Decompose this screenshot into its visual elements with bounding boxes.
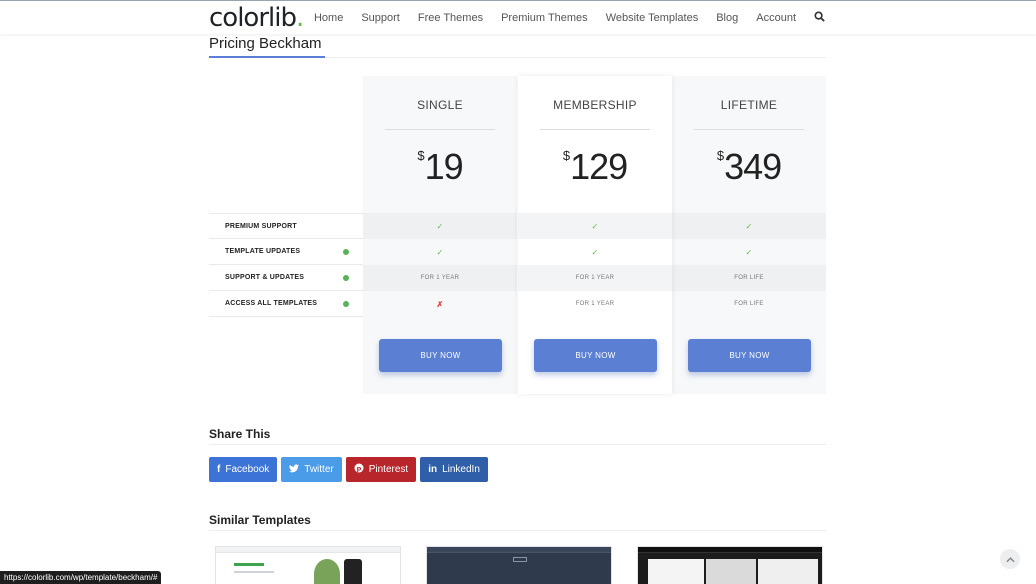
- plan-price: $349: [672, 146, 826, 188]
- check-icon: ✓: [745, 221, 753, 231]
- plan-cell: FOR 1 YEAR: [575, 301, 615, 307]
- plan-cell: ✓: [363, 213, 517, 239]
- feature-row: TEMPLATE UPDATES: [209, 239, 363, 265]
- plan-cell: FOR 1 YEAR: [518, 265, 672, 291]
- plan-cell: ✓: [518, 239, 672, 265]
- buy-now-button[interactable]: BUY NOW: [534, 339, 657, 372]
- share-linkedin-button[interactable]: in LinkedIn: [420, 457, 488, 482]
- plan-membership: MEMBERSHIP $129 ✓ ✓ FOR 1 YEAR FOR 1 YEA…: [518, 76, 672, 394]
- scroll-to-top-button[interactable]: [1000, 549, 1020, 569]
- share-facebook-button[interactable]: f Facebook: [209, 457, 278, 482]
- share-label: Pinterest: [368, 464, 409, 475]
- feature-row: ACCESS ALL TEMPLATES: [209, 291, 363, 317]
- page-title: Pricing Beckham: [209, 35, 322, 52]
- feature-label: ACCESS ALL TEMPLATES: [225, 300, 318, 307]
- price-currency: $: [716, 148, 725, 163]
- price-currency: $: [562, 148, 571, 163]
- plan-divider: [694, 129, 804, 130]
- plan-cell: ✗: [363, 291, 517, 317]
- similar-divider: [209, 530, 826, 531]
- plan-single: SINGLE $19 ✓ ✓ FOR 1 YEAR ✗ BUY NOW: [363, 76, 517, 394]
- logo-dot: .: [295, 3, 304, 33]
- main-nav: Home Support Free Themes Premium Themes …: [314, 1, 828, 35]
- top-navigation-bar: colorlib. Home Support Free Themes Premi…: [0, 0, 1036, 34]
- share-label: Twitter: [304, 464, 334, 475]
- plan-cell: ✓: [672, 239, 826, 265]
- check-icon: ✓: [745, 247, 753, 257]
- status-bar-url: https://colorlib.com/wp/template/beckham…: [0, 571, 162, 584]
- plan-cell: FOR LIFE: [734, 301, 764, 307]
- buy-now-button[interactable]: BUY NOW: [688, 339, 811, 372]
- chevron-up-icon: [1005, 550, 1015, 568]
- colorlib-logo[interactable]: colorlib.: [209, 3, 304, 33]
- price-amount: 349: [724, 146, 782, 187]
- similar-templates-list: [215, 546, 823, 584]
- share-divider: [209, 444, 826, 445]
- share-label: Facebook: [225, 464, 270, 475]
- help-icon[interactable]: [343, 300, 349, 307]
- price-currency: $: [417, 148, 425, 163]
- template-thumbnail[interactable]: [215, 546, 401, 584]
- search-icon[interactable]: [814, 11, 828, 25]
- nav-website-templates[interactable]: Website Templates: [606, 12, 699, 24]
- plan-cell: ✓: [672, 213, 826, 239]
- check-icon: ✓: [436, 221, 444, 231]
- nav-premium-themes[interactable]: Premium Themes: [501, 12, 588, 24]
- plan-lifetime: LIFETIME $349 ✓ ✓ FOR LIFE FOR LIFE BUY …: [672, 76, 826, 394]
- plan-price: $129: [518, 146, 672, 188]
- nav-home[interactable]: Home: [314, 12, 343, 24]
- feature-label: TEMPLATE UPDATES: [225, 248, 301, 255]
- plan-cell: ✓: [518, 213, 672, 239]
- feature-row: PREMIUM SUPPORT: [209, 213, 363, 239]
- template-thumbnail[interactable]: [426, 546, 612, 584]
- similar-templates-title: Similar Templates: [209, 513, 311, 527]
- share-pinterest-button[interactable]: p Pinterest: [345, 457, 417, 482]
- plan-divider: [540, 129, 650, 130]
- title-underline: [209, 56, 325, 58]
- facebook-icon: f: [217, 464, 221, 475]
- svg-text:p: p: [356, 465, 361, 473]
- price-amount: 19: [424, 146, 464, 187]
- linkedin-icon: in: [428, 464, 438, 475]
- plan-cell: FOR 1 YEAR: [363, 265, 517, 291]
- plan-cells: ✓ ✓ FOR LIFE FOR LIFE: [672, 213, 826, 317]
- logo-text: colorlib: [209, 3, 297, 33]
- twitter-icon: [289, 463, 300, 476]
- feature-label: SUPPORT & UPDATES: [225, 274, 305, 281]
- plan-cells: ✓ ✓ FOR 1 YEAR FOR 1 YEAR: [518, 213, 672, 317]
- check-icon: ✓: [436, 247, 444, 257]
- price-amount: 129: [570, 146, 628, 187]
- nav-account[interactable]: Account: [756, 12, 796, 24]
- pinterest-icon: p: [354, 463, 364, 476]
- pricing-table: PREMIUM SUPPORT TEMPLATE UPDATES SUPPORT…: [209, 76, 826, 394]
- feature-row: SUPPORT & UPDATES: [209, 265, 363, 291]
- share-twitter-button[interactable]: Twitter: [281, 457, 342, 482]
- plan-price: $19: [363, 146, 517, 188]
- help-icon[interactable]: [343, 274, 349, 281]
- help-icon[interactable]: [343, 248, 349, 255]
- nav-blog[interactable]: Blog: [716, 12, 738, 24]
- plan-divider: [385, 129, 495, 130]
- plan-cells: ✓ ✓ FOR 1 YEAR ✗: [363, 213, 517, 317]
- plan-name: LIFETIME: [720, 98, 778, 112]
- plan-cell: ✓: [363, 239, 517, 265]
- nav-free-themes[interactable]: Free Themes: [418, 12, 483, 24]
- plan-cell: FOR LIFE: [672, 265, 826, 291]
- share-title: Share This: [209, 427, 271, 441]
- share-buttons: f Facebook Twitter p Pinterest in Linked…: [209, 457, 488, 482]
- share-label: LinkedIn: [442, 464, 480, 475]
- plan-name: SINGLE: [417, 98, 463, 112]
- buy-now-button[interactable]: BUY NOW: [379, 339, 502, 372]
- feature-list: PREMIUM SUPPORT TEMPLATE UPDATES SUPPORT…: [209, 213, 363, 317]
- plan-name: MEMBERSHIP: [553, 98, 637, 112]
- cross-icon: ✗: [436, 299, 444, 309]
- feature-label: PREMIUM SUPPORT: [225, 222, 297, 230]
- check-icon: ✓: [591, 221, 599, 231]
- nav-support[interactable]: Support: [361, 12, 400, 24]
- check-icon: ✓: [591, 247, 599, 257]
- template-thumbnail[interactable]: [637, 546, 823, 584]
